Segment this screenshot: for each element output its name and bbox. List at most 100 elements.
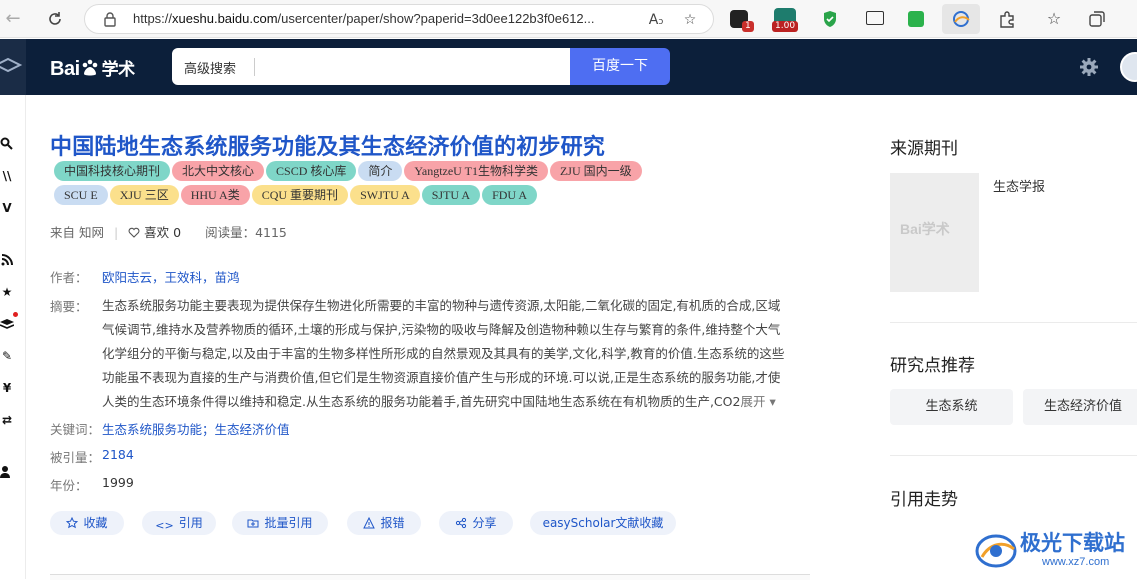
yen-icon[interactable]: ¥ [0, 381, 14, 395]
journal-tag[interactable]: XJU 三区 [109, 185, 179, 205]
url-text: https://xueshu.baidu.com/usercenter/pape… [133, 11, 595, 26]
share-button[interactable]: 分享 [439, 511, 513, 535]
journal-tag[interactable]: HHU A类 [180, 185, 250, 205]
cited-label: 被引量： [50, 450, 101, 465]
source-journal-heading: 来源期刊 [890, 139, 958, 159]
star-outline-icon [66, 517, 79, 529]
browser-toolbar: ← https://xueshu.baidu.com/usercenter/pa… [0, 0, 1137, 38]
cite-button[interactable]: <> 引用 [142, 511, 216, 535]
cited-count[interactable]: 2184 [102, 447, 134, 462]
search-button[interactable]: 百度一下 [570, 48, 670, 85]
favorite-button[interactable]: 收藏 [50, 511, 124, 535]
recommend-keyword[interactable]: 生态经济价值 [1023, 389, 1137, 425]
journal-tag[interactable]: 北大中文核心 [172, 161, 265, 181]
abstract-label: 摘要： [50, 299, 88, 314]
rail-item-icon[interactable]: V [0, 201, 14, 215]
journal-tag[interactable]: 中国科技核心期刊 [54, 161, 171, 181]
journal-tag[interactable]: 简介 [358, 161, 403, 181]
batch-cite-button[interactable]: 批量引用 [232, 511, 328, 535]
source-label: 来自 知网 [50, 225, 104, 240]
abstract-line: 功能虽不表现为直接的生产与消费价值,但它们是生物资源直接价值产生与形成的环境.可… [102, 370, 781, 385]
reload-icon[interactable] [42, 7, 68, 31]
lock-icon [104, 12, 116, 27]
citation-trend-heading: 引用走势 [890, 490, 958, 510]
journal-tag[interactable]: CSCD 核心库 [266, 161, 357, 181]
recommend-keyword[interactable]: 生态系统 [890, 389, 1013, 425]
search-box: 高级搜索 [172, 48, 572, 85]
extension-icon[interactable] [908, 11, 924, 27]
user-icon[interactable] [0, 465, 14, 479]
layers-icon[interactable] [0, 317, 15, 331]
year-value: 1999 [102, 475, 134, 490]
sync-icon[interactable]: ⇄ [0, 413, 14, 427]
back-icon[interactable]: ← [0, 7, 26, 31]
journal-tag[interactable]: SCU E [54, 185, 108, 205]
search-icon[interactable] [0, 137, 14, 151]
shield-icon[interactable] [822, 10, 838, 28]
expand-abstract-button[interactable]: 展开 ▾ [740, 394, 775, 409]
recommend-heading: 研究点推荐 [890, 356, 975, 376]
baidu-scholar-logo[interactable]: Bai 学术 [50, 55, 135, 81]
like-count: 喜欢 0 [144, 225, 182, 240]
favorite-star-icon[interactable]: ☆ [679, 9, 701, 31]
keywords-label: 关键词： [50, 422, 101, 437]
like-button[interactable]: 喜欢 0 [128, 225, 187, 240]
heart-icon [128, 227, 140, 238]
avatar[interactable] [1120, 52, 1137, 82]
code-icon: <> [155, 519, 174, 532]
journal-name[interactable]: 生态学报 [993, 176, 1045, 195]
keywords-value[interactable]: 生态系统服务功能；生态经济价值 [102, 419, 290, 438]
abstract-line: 人类的生态环境条件得以维持和稳定.从生态系统的服务功能着手,首先研究中国陆地生态… [102, 394, 776, 409]
page-title[interactable]: 中国陆地生态系统服务功能及其生态经济价值的初步研究 [50, 129, 605, 161]
abstract-line: 生态系统服务功能主要表现为提供保存生物进化所需要的丰富的物种与遗传资源,太阳能,… [102, 298, 781, 313]
read-aloud-icon[interactable]: Aↄ [645, 9, 667, 31]
star-icon[interactable]: ★ [0, 285, 14, 299]
site-header: Bai 学术 高级搜索 百度一下 [0, 39, 1137, 95]
authors-label: 作者： [50, 270, 88, 285]
cover-logo: Bai学术 [900, 221, 950, 237]
extension-badge: 1 [742, 21, 754, 32]
easyscholar-collect-button[interactable]: easyScholar文献收藏 [530, 511, 676, 535]
journal-tags: 中国科技核心期刊 北大中文核心 CSCD 核心库 简介 YangtzeU T1生物科学类… [54, 160, 734, 208]
journal-tag[interactable]: YangtzeU T1生物科学类 [404, 161, 548, 181]
advanced-search-link[interactable]: 高级搜索 [184, 58, 236, 77]
watermark: 极光下载站 www.xz7.com [972, 523, 1137, 579]
folder-icon [247, 519, 259, 528]
address-bar[interactable]: https://xueshu.baidu.com/usercenter/pape… [84, 4, 714, 34]
journal-tag[interactable]: FDU A [482, 185, 538, 205]
collections-icon[interactable] [1088, 10, 1106, 28]
collapsed-rail-header [0, 39, 26, 95]
divider [890, 455, 1137, 456]
warning-icon [363, 517, 376, 529]
journal-tag[interactable]: ZJU 国内一级 [549, 161, 642, 181]
abstract-line: 气候调节,维持水及营养物质的循环,土壤的形成与保护,污染物的吸收与降解及创造物种… [102, 322, 781, 337]
rail-item-icon[interactable]: \\ [0, 169, 14, 183]
rss-icon[interactable] [0, 253, 14, 267]
favorites-icon[interactable]: ☆ [1044, 9, 1064, 29]
search-divider [254, 58, 255, 76]
abstract-text: 生态系统服务功能主要表现为提供保存生物进化所需要的丰富的物种与遗传资源,太阳能,… [102, 294, 808, 414]
pen-icon[interactable]: ✎ [0, 349, 14, 363]
content-tabs [50, 574, 810, 580]
read-count: 阅读量：4115 [205, 225, 287, 240]
extensions-puzzle-icon[interactable] [998, 10, 1016, 28]
abstract-line: 化学组分的平衡与稳定,以及由于丰富的生物多样性所形成的自然景观及其具有的美学,文… [102, 346, 785, 361]
easyscholar-extension-icon[interactable] [942, 4, 980, 34]
authors-value[interactable]: 欧阳志云，王效科，苗鸿 [102, 267, 240, 286]
watermark-text: 极光下载站 [1020, 531, 1125, 555]
journal-tag[interactable]: SJTU A [421, 185, 481, 205]
share-icon [456, 517, 467, 529]
picture-in-picture-icon[interactable] [866, 11, 884, 25]
report-error-button[interactable]: 报错 [347, 511, 421, 535]
watermark-logo-icon [975, 534, 1017, 568]
search-input[interactable] [262, 54, 562, 79]
year-label: 年份： [50, 478, 88, 493]
notification-dot [13, 312, 18, 317]
gear-icon[interactable] [1080, 58, 1098, 76]
watermark-url: www.xz7.com [1042, 556, 1110, 568]
left-rail: \\ V ★ ✎ ¥ ⇄ [0, 95, 26, 579]
journal-tag[interactable]: CQU 重要期刊 [251, 185, 349, 205]
extension-badge: 1.00 [772, 21, 799, 32]
journal-tag[interactable]: SWJTU A [350, 185, 420, 205]
journal-cover[interactable]: Bai学术 [890, 173, 979, 292]
